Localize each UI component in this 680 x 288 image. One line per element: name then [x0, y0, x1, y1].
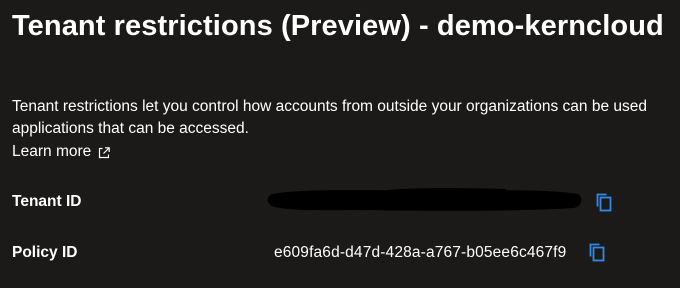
copy-policy-id-button[interactable]	[587, 241, 607, 263]
tenant-id-label: Tenant ID	[12, 193, 82, 210]
learn-more-link[interactable]: Learn more	[12, 141, 111, 163]
learn-more-label: Learn more	[12, 143, 92, 160]
copy-tenant-id-button[interactable]	[594, 191, 614, 213]
tenant-id-value-redacted	[267, 188, 582, 211]
description: Tenant restrictions let you control how …	[12, 96, 680, 140]
description-line-2: applications that can be accessed.	[12, 120, 249, 137]
description-line-1: Tenant restrictions let you control how …	[12, 98, 647, 115]
page-title: Tenant restrictions (Preview) - demo-ker…	[12, 10, 664, 42]
policy-id-label: Policy ID	[12, 244, 78, 261]
policy-id-value: e609fa6d-d47d-428a-a767-b05ee6c467f9	[274, 244, 567, 261]
external-link-icon	[99, 146, 111, 158]
